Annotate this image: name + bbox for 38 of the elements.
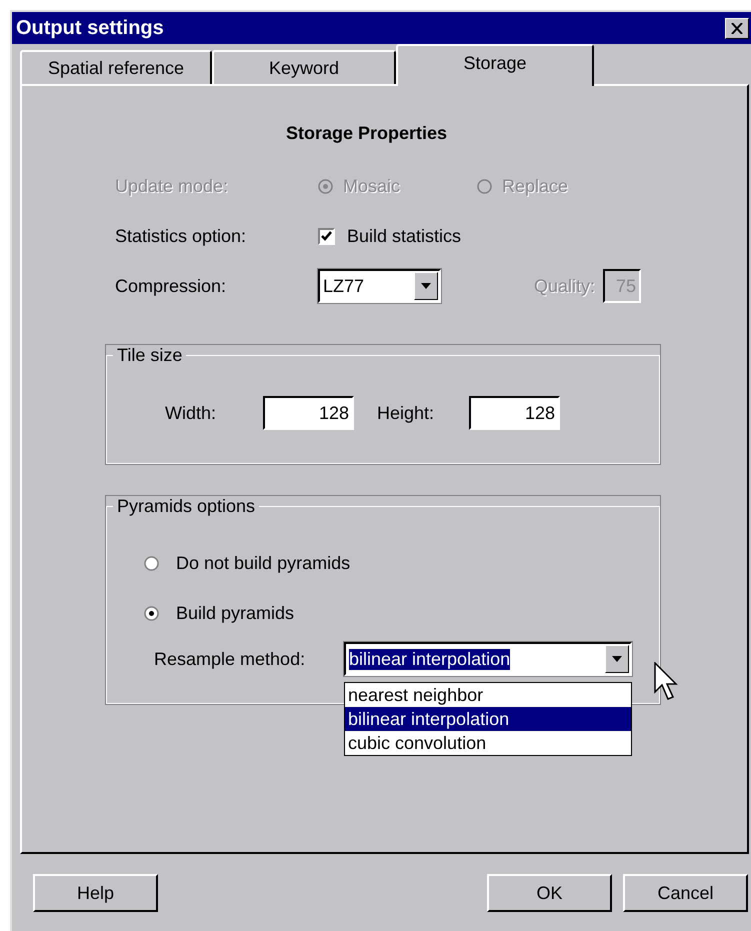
dropdown-value: bilinear interpolation — [349, 648, 510, 670]
checkbox-label: Build statistics — [347, 226, 462, 246]
window-title: Output settings — [16, 16, 164, 40]
dialog-button[interactable]: Help — [33, 874, 158, 912]
field-label: Quality: — [534, 276, 596, 296]
field-label: Height: — [377, 402, 436, 424]
resample-dropdown[interactable]: bilinear interpolation — [344, 642, 632, 676]
tab[interactable]: Spatial reference — [20, 50, 212, 84]
dropdown-option[interactable]: cubic convolution — [345, 731, 631, 755]
dropdown-option[interactable]: nearest neighbor — [345, 683, 631, 707]
radio-label: Build pyramids — [176, 602, 294, 624]
checkbox[interactable] — [318, 228, 335, 244]
width-field[interactable]: 128 — [263, 396, 354, 430]
group-title: Pyramids options — [116, 496, 256, 517]
dropdown-value: LZ77 — [323, 276, 364, 296]
tab[interactable]: Keyword — [212, 50, 396, 84]
height-field[interactable]: 128 — [469, 396, 560, 430]
radio-button[interactable] — [144, 556, 159, 570]
radio-label: Mosaic — [343, 176, 400, 196]
dialog-button[interactable]: Cancel — [623, 874, 748, 912]
close-button[interactable] — [725, 18, 749, 38]
compression-dropdown[interactable]: LZ77 — [318, 269, 441, 303]
dialog-button[interactable]: OK — [487, 874, 612, 912]
dropdown-arrow-icon — [612, 656, 622, 662]
dropdown-arrow-icon — [421, 283, 431, 289]
field-label: Compression: — [115, 276, 228, 296]
radio-label: Do not build pyramids — [176, 552, 350, 574]
dropdown-option[interactable]: bilinear interpolation — [345, 707, 631, 731]
tab[interactable]: Storage — [396, 44, 594, 86]
close-icon — [731, 22, 743, 34]
field-label: Resample method: — [154, 648, 306, 670]
field-label: Update mode: — [115, 176, 230, 196]
field-label: Width: — [165, 402, 218, 424]
radio-button[interactable] — [144, 606, 159, 620]
group-title: Tile size — [116, 345, 184, 366]
radio-label: Replace — [502, 176, 568, 196]
section-heading: Storage Properties — [286, 123, 448, 145]
field-label: Statistics option: — [115, 226, 248, 246]
